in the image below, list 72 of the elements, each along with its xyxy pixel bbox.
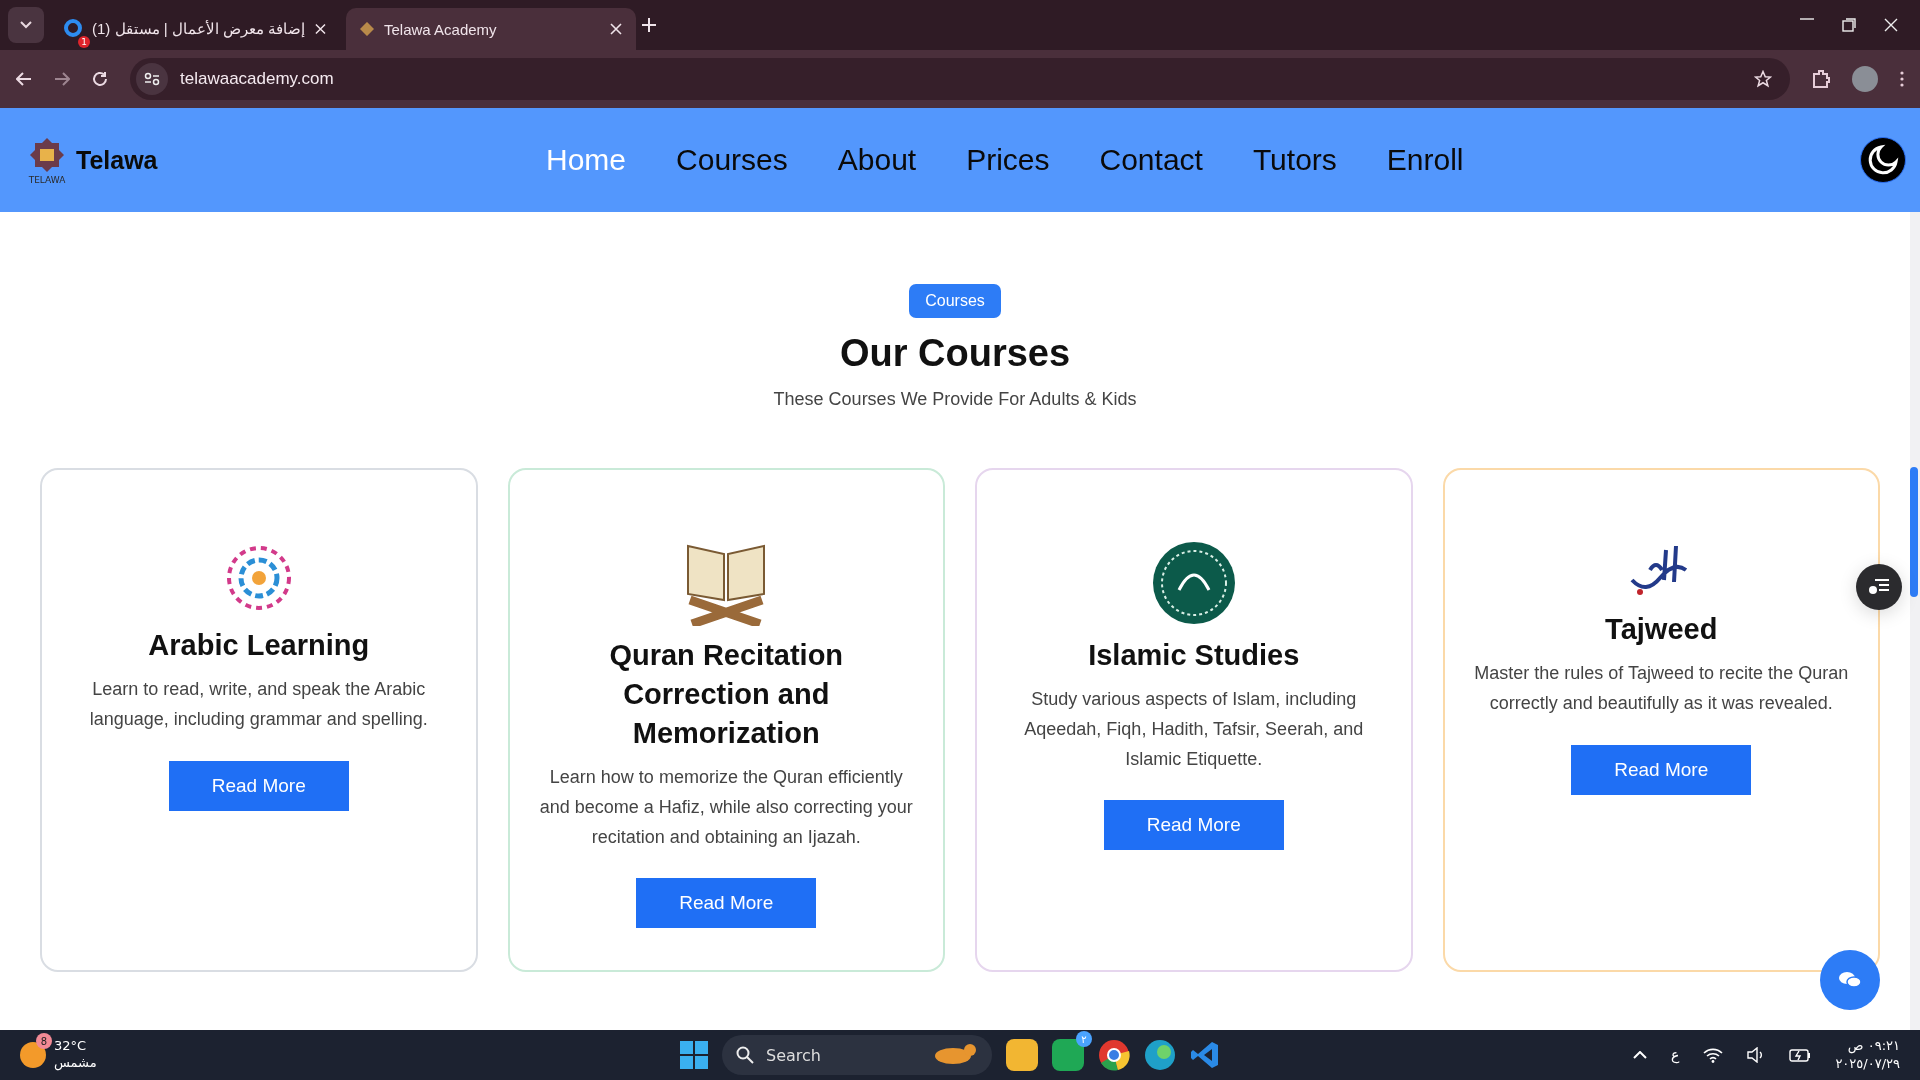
nav-link[interactable]: Prices [966, 143, 1050, 177]
reload-icon[interactable] [92, 71, 108, 87]
chat-app-icon[interactable] [1052, 1039, 1084, 1071]
section-subtitle: These Courses We Provide For Adults & Kids [773, 389, 1137, 410]
weather-condition: مشمس [54, 1055, 97, 1072]
taskbar-search[interactable]: Search [722, 1035, 992, 1075]
back-icon[interactable] [16, 72, 32, 86]
chat-button[interactable] [1820, 950, 1880, 1010]
close-icon[interactable] [610, 23, 622, 35]
menu-icon[interactable] [1900, 71, 1904, 87]
course-description: Master the rules of Tajweed to recite the Quran correctly and beautifully as it was revealed. [1473, 662, 1850, 715]
read-more-button[interactable]: Read More [636, 878, 817, 929]
course-description: Learn how to memorize the Quran efficiently and become a Hafiz, while also correcting your recitation and obtaining an Ijazah. [538, 766, 914, 849]
favicon-icon [360, 22, 374, 36]
course-title: Arabic Learning [148, 628, 370, 663]
extensions-icon[interactable] [1812, 69, 1830, 89]
read-more-button[interactable]: Read More [168, 760, 349, 811]
restore-icon[interactable] [1842, 18, 1856, 32]
course-title: Quran Recitation Correction and Memorization [608, 638, 845, 752]
notification-badge: ٢ [1076, 1031, 1092, 1047]
new-tab-button[interactable] [642, 18, 656, 32]
course-description: Learn to read, write, and speak the Arabic language, including grammar and spelling. [88, 678, 429, 731]
profile-avatar[interactable] [1852, 66, 1878, 92]
tab-title: (1) إضافة معرض الأعمال | مستقل [92, 20, 306, 38]
temperature-text: 32°C [54, 1038, 88, 1055]
nav-link[interactable]: Tutors [1252, 143, 1337, 177]
code-editor-icon[interactable] [1190, 1040, 1220, 1070]
close-icon[interactable] [315, 23, 326, 35]
notification-badge: 8 [36, 1033, 52, 1049]
plus-icon [642, 18, 656, 32]
chat-bubbles-icon [1838, 970, 1862, 990]
windows-start-icon[interactable] [680, 1041, 708, 1069]
favicon-icon [64, 18, 82, 37]
list-icon [1868, 579, 1890, 595]
read-more-button[interactable]: Read More [1571, 744, 1752, 795]
site-info-icon[interactable] [136, 63, 168, 95]
search-icon [736, 1046, 754, 1064]
clock-time[interactable]: ٠٩:٢١ ص [1847, 1037, 1900, 1055]
scrollbar[interactable] [1910, 212, 1920, 1030]
theme-toggle-button[interactable] [1860, 137, 1906, 183]
nav-link[interactable]: Contact [1099, 143, 1203, 177]
language-indicator[interactable]: ع [1671, 1047, 1680, 1063]
read-more-button[interactable]: Read More [1103, 800, 1284, 851]
nav-link[interactable]: Enroll [1386, 143, 1464, 177]
notification-badge: 1 [78, 35, 90, 48]
section-badge: Courses [909, 284, 1001, 318]
moon-icon [1867, 144, 1899, 176]
close-icon[interactable] [1884, 18, 1898, 32]
chevron-down-icon [20, 21, 32, 29]
nav-link[interactable]: Courses [676, 143, 788, 177]
clock-date[interactable]: ٢٠٢٥/٠٧/٢٩ [1835, 1055, 1900, 1073]
nav-link[interactable]: About [837, 143, 917, 177]
battery-icon[interactable] [1789, 1048, 1812, 1062]
address-bar[interactable]: telawaacademy.com [130, 58, 1790, 100]
browser-icon[interactable] [1098, 1039, 1130, 1071]
star-icon[interactable] [1754, 70, 1772, 88]
table-of-contents-button[interactable] [1856, 564, 1902, 610]
section-title: Our Courses [839, 332, 1071, 375]
tab-title: Telawa Academy [384, 20, 498, 38]
browser-tab[interactable]: Telawa Academy [346, 8, 636, 50]
course-description: Study various aspects of Islam, including Aqeedah, Fiqh, Hadith, Tafsir, Seerah, and Islamic Etiquette. [1023, 688, 1365, 771]
course-title: Islamic Studies [1088, 638, 1300, 673]
chevron-up-icon[interactable] [1633, 1051, 1647, 1059]
logo-caption: TELAWA [28, 175, 66, 185]
brand-name: Telawa [76, 145, 159, 175]
tab-list-button[interactable] [8, 7, 44, 43]
folder-icon[interactable] [1006, 1039, 1038, 1071]
edge-browser-icon[interactable] [1144, 1039, 1176, 1071]
url-text: telawaacademy.com [180, 69, 335, 89]
course-title: Tajweed [1605, 612, 1718, 647]
forward-icon[interactable] [54, 72, 70, 86]
wifi-icon[interactable] [1703, 1047, 1724, 1063]
